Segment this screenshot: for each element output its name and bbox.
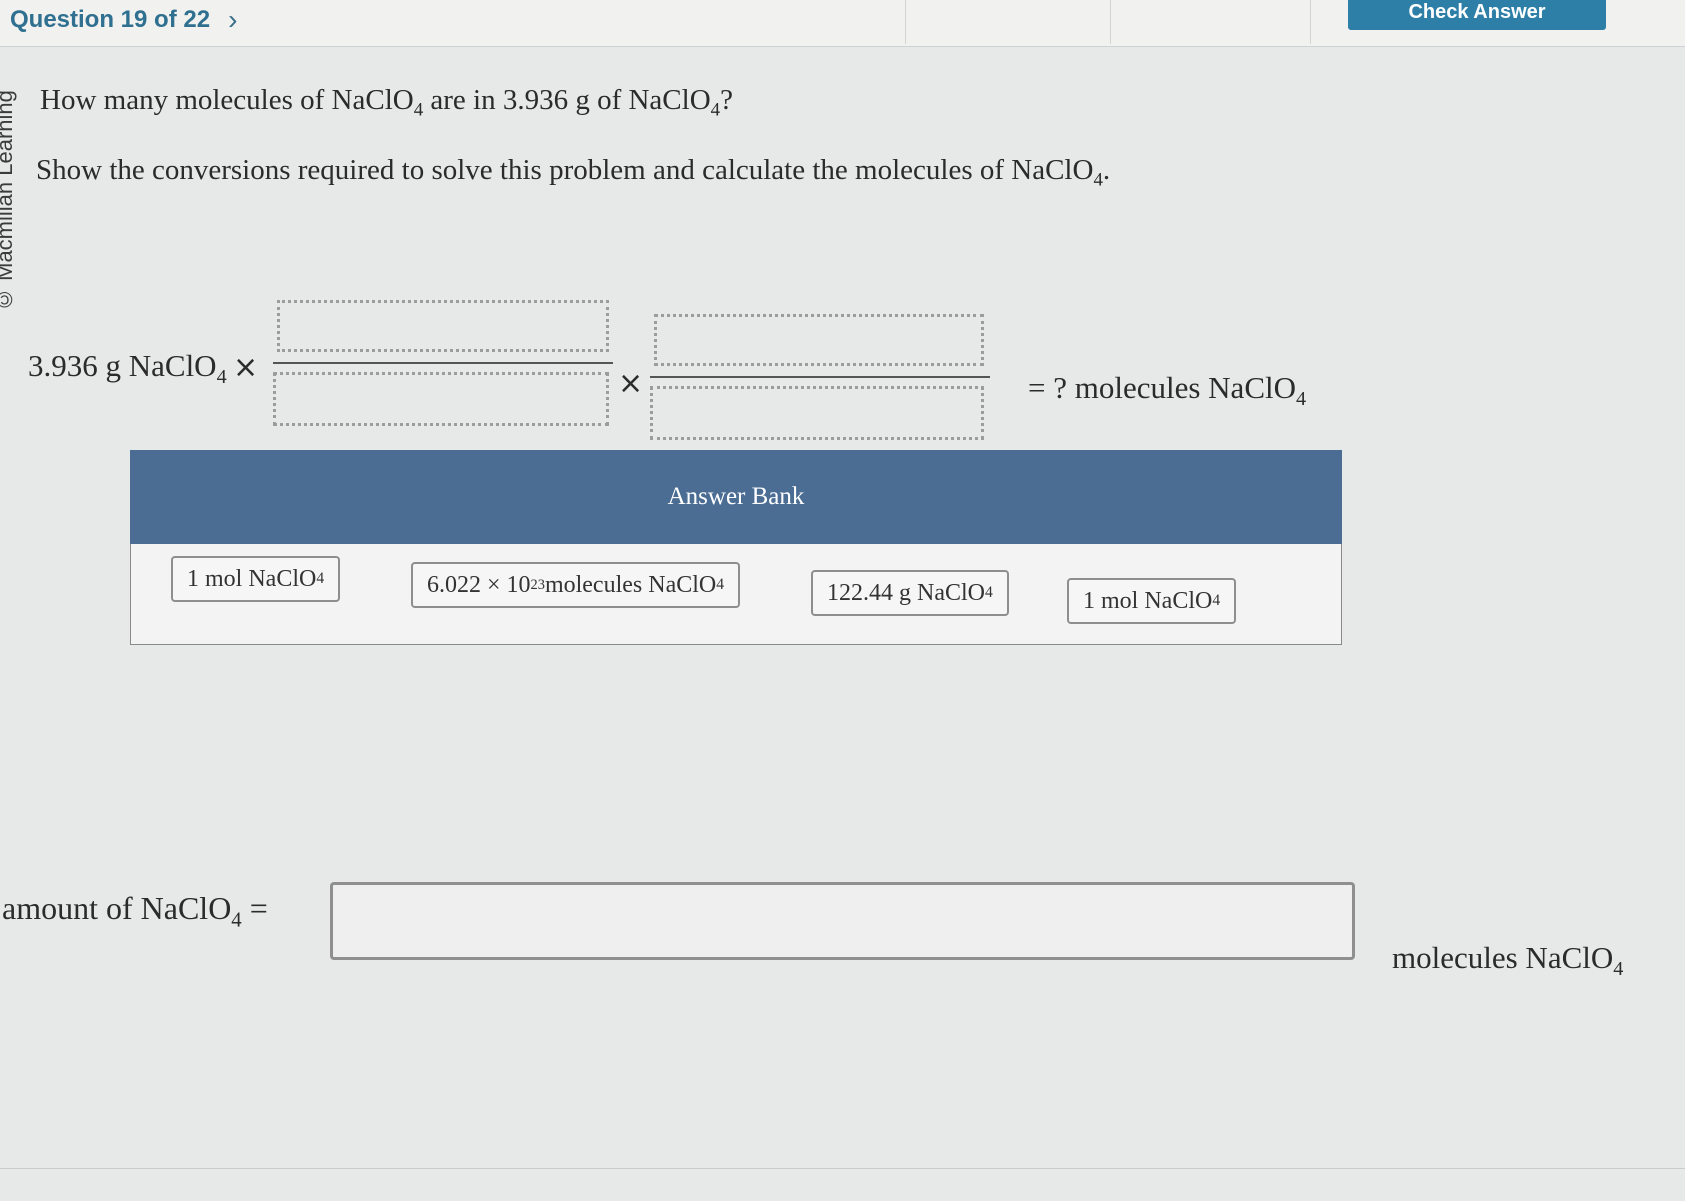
- equals-sign: =: [241, 890, 268, 926]
- fraction-2-numerator-dropzone[interactable]: [654, 314, 984, 366]
- amount-label: amount of NaClO4 =: [2, 890, 268, 932]
- subscript: 4: [1296, 388, 1307, 411]
- instruction-text: .: [1102, 154, 1111, 186]
- amount-label-text: amount of NaClO: [2, 890, 232, 926]
- tab-divider: [1310, 0, 1311, 44]
- subscript: 4: [710, 99, 721, 121]
- subscript: 4: [231, 908, 242, 932]
- amount-answer-row: amount of NaClO4 = molecules NaClO4: [0, 870, 1685, 990]
- fraction-bar: [273, 362, 613, 364]
- answer-chip-molar-mass[interactable]: 122.44 g NaClO 4: [811, 570, 1009, 616]
- subscript: 4: [1212, 592, 1221, 609]
- conversion-equation: 3.936 g NaClO4 × × = ? molecules NaClO4: [28, 300, 1428, 460]
- subscript: 4: [413, 99, 424, 121]
- answer-bank-body: 1 mol NaClO 4 6.022 × 10 23 molecules NaCl…: [130, 544, 1342, 645]
- question-prompt: How many molecules of NaClO4 are in 3.93…: [40, 84, 733, 122]
- fraction-1-numerator-dropzone[interactable]: [277, 300, 609, 352]
- given-text: 3.936 g NaClO: [28, 348, 217, 383]
- chip-label: 6.022 × 10: [427, 571, 531, 598]
- fraction-1-denominator-dropzone[interactable]: [273, 372, 609, 426]
- answer-bank-title: Answer Bank: [667, 483, 805, 510]
- question-navigation: Question 19 of 22 ›: [10, 4, 237, 36]
- conversion-fraction-1: [273, 300, 613, 450]
- answer-chip-mol[interactable]: 1 mol NaClO 4: [1067, 578, 1237, 624]
- question-instruction: Show the conversions required to solve t…: [36, 154, 1110, 192]
- amount-unit: molecules NaClO4: [1392, 940, 1623, 981]
- tab-divider: [1110, 0, 1111, 44]
- conversion-fraction-2: [650, 314, 990, 464]
- subscript: 4: [316, 570, 325, 587]
- subscript: 4: [216, 366, 227, 389]
- subscript: 4: [1093, 169, 1103, 191]
- chip-label: 1 mol NaClO: [187, 565, 317, 592]
- result-text: = ? molecules NaClO: [1028, 370, 1296, 405]
- multiply-symbol: ×: [618, 366, 644, 401]
- answer-bank-header: Answer Bank: [130, 450, 1342, 544]
- chevron-right-icon[interactable]: ›: [228, 4, 237, 36]
- answer-bank: Answer Bank 1 mol NaClO 4 6.022 × 10 23 mo…: [130, 450, 1342, 650]
- fraction-bar: [650, 376, 990, 378]
- amount-answer-input[interactable]: [330, 882, 1355, 960]
- chip-label: 122.44 g NaClO: [827, 579, 985, 606]
- result-expression: = ? molecules NaClO4: [1028, 370, 1306, 411]
- unit-text: molecules NaClO: [1392, 940, 1614, 975]
- prompt-text: How many molecules of NaClO: [40, 84, 414, 116]
- subscript: 4: [1613, 958, 1624, 981]
- tab-divider: [905, 0, 906, 44]
- question-content: How many molecules of NaClO4 are in 3.93…: [0, 50, 1685, 1160]
- answer-chip-avogadro[interactable]: 6.022 × 10 23 molecules NaClO 4: [411, 562, 741, 608]
- page-divider: [0, 1168, 1685, 1169]
- answer-chip-mol[interactable]: 1 mol NaClO 4: [171, 556, 341, 602]
- chip-label: 1 mol NaClO: [1083, 587, 1213, 614]
- subscript: 4: [985, 584, 993, 601]
- instruction-text: Show the conversions required to solve t…: [36, 154, 1094, 186]
- chip-label: molecules NaClO: [544, 571, 717, 598]
- prompt-text: are in 3.936 g of NaClO: [423, 84, 711, 116]
- fraction-2-denominator-dropzone[interactable]: [650, 386, 984, 440]
- multiply-symbol: ×: [233, 350, 259, 385]
- question-counter[interactable]: Question 19 of 22: [10, 6, 210, 34]
- subscript: 4: [716, 576, 725, 593]
- superscript: 23: [530, 576, 545, 593]
- check-answer-button[interactable]: Check Answer: [1348, 0, 1606, 30]
- top-bar: Question 19 of 22 › Check Answer: [0, 0, 1685, 47]
- prompt-text: ?: [720, 84, 733, 116]
- given-quantity: 3.936 g NaClO4: [28, 348, 227, 389]
